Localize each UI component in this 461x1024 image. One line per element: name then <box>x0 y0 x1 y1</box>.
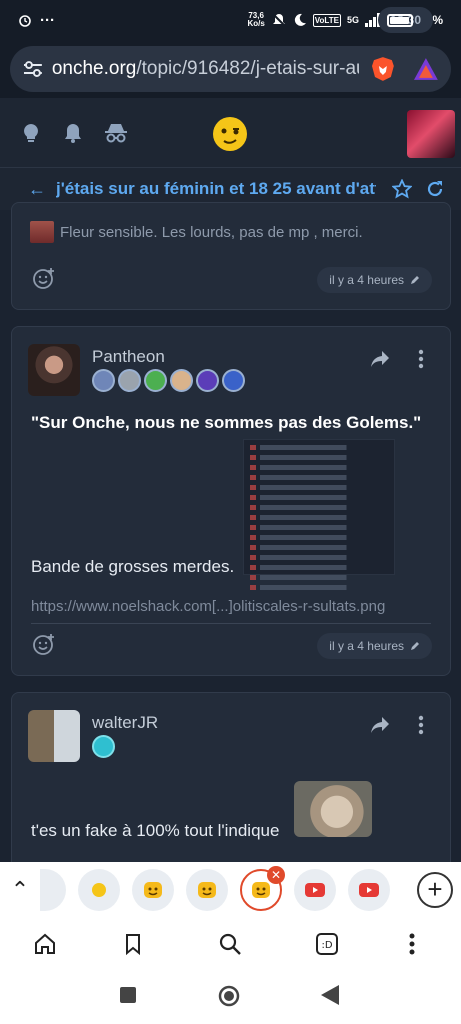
close-tab-icon[interactable]: ✕ <box>267 866 285 884</box>
battery-icon <box>386 13 413 27</box>
home-circle-icon[interactable] <box>218 985 240 1007</box>
volte-icon: VoLTE <box>312 13 341 27</box>
url-text[interactable]: onche.org/topic/916482/j-etais-sur-au <box>52 58 360 80</box>
browser-bottom-nav: :D <box>0 918 461 970</box>
timestamp-text: il y a 4 heures <box>329 639 404 653</box>
incognito-icon[interactable] <box>104 122 128 144</box>
system-navigation-bar <box>0 970 461 1024</box>
share-icon[interactable] <box>370 350 390 368</box>
post-quote: "Sur Onche, nous ne sommes pas des Golem… <box>31 413 422 432</box>
search-icon[interactable] <box>218 932 242 956</box>
address-bar[interactable]: onche.org/topic/916482/j-etais-sur-au <box>10 46 451 92</box>
tab-item[interactable] <box>186 869 228 911</box>
url-path: /topic/916482/j-etais-sur-au <box>136 58 360 79</box>
badge-beer-icon <box>144 369 167 392</box>
brave-shields-icon[interactable] <box>371 56 395 82</box>
browser-toolbar: onche.org/topic/916482/j-etais-sur-au <box>0 40 461 98</box>
tab-item[interactable] <box>348 869 390 911</box>
yellow-dot-icon <box>92 883 106 897</box>
post-text: Bande de grosses merdes. <box>31 557 235 576</box>
onche-logo-icon[interactable] <box>212 116 248 152</box>
signal-label: 5G <box>346 15 359 25</box>
svg-text::D: :D <box>321 940 332 951</box>
post-timestamp: il y a 4 heures <box>317 267 432 293</box>
signature-image <box>30 221 54 243</box>
tab-item[interactable] <box>294 869 336 911</box>
badge-star-icon <box>92 735 115 758</box>
signature-text: Fleur sensible. Les lourds, pas de mp , … <box>60 223 363 241</box>
mute-icon <box>272 13 286 27</box>
author-avatar[interactable] <box>28 710 80 762</box>
author-badges <box>92 369 245 392</box>
badge-star-icon <box>92 369 115 392</box>
brave-rewards-icon[interactable] <box>413 57 439 81</box>
edit-pencil-icon <box>411 276 419 284</box>
new-tab-button[interactable]: + <box>417 872 453 908</box>
back-triangle-icon[interactable] <box>321 985 339 1005</box>
tab-item[interactable] <box>132 869 174 911</box>
post-image-thumbnail[interactable] <box>243 439 395 590</box>
cat-sticker-image[interactable] <box>294 781 372 837</box>
onche-tab-icon <box>198 882 216 898</box>
tab-item-active[interactable]: ✕ <box>240 866 285 911</box>
back-arrow-icon[interactable]: ← <box>28 179 46 200</box>
tab-item[interactable] <box>40 869 66 911</box>
post-card: Fleur sensible. Les lourds, pas de mp , … <box>11 202 451 310</box>
badge-moon-icon <box>196 369 219 392</box>
tab-strip: ⌃ ✕ + <box>0 862 461 918</box>
favorite-star-icon[interactable] <box>392 179 412 199</box>
site-header <box>0 98 461 168</box>
tab-item[interactable] <box>78 869 120 911</box>
refresh-icon[interactable] <box>426 180 444 198</box>
edit-pencil-icon <box>411 642 419 650</box>
home-icon[interactable] <box>33 932 57 956</box>
timestamp-text: il y a 4 heures <box>329 273 404 287</box>
post-signature: Fleur sensible. Les lourds, pas de mp , … <box>30 221 363 243</box>
net-speed-unit: Ko/s <box>247 19 265 28</box>
tabs-counter-icon[interactable]: :D <box>315 932 339 956</box>
youtube-icon <box>359 883 379 897</box>
add-reaction-icon[interactable] <box>32 267 56 291</box>
author-name[interactable]: walterJR <box>92 713 158 733</box>
post-text: t'es un fake à 100% tout l'indique <box>31 821 280 840</box>
more-options-icon[interactable] <box>418 349 424 369</box>
lightbulb-icon[interactable] <box>20 122 42 144</box>
share-icon[interactable] <box>370 716 390 734</box>
post-divider <box>31 623 431 624</box>
url-host: onche.org <box>51 58 137 79</box>
more-notifications-icon: ··· <box>40 11 55 29</box>
badge-creature-icon <box>170 369 193 392</box>
notifications-bell-icon[interactable] <box>62 122 84 144</box>
more-options-icon[interactable] <box>418 715 424 735</box>
post-card: Pantheon "Sur Onche, nous ne sommes pas … <box>11 326 451 676</box>
badge-portrait-icon <box>118 369 141 392</box>
post-link[interactable]: https://www.noelshack.com[...]olitiscale… <box>31 598 385 615</box>
onche-tab-icon <box>252 882 270 898</box>
badge-shield-icon <box>222 369 245 392</box>
add-reaction-icon[interactable] <box>32 633 56 657</box>
post-timestamp: il y a 4 heures <box>317 633 432 659</box>
site-settings-icon[interactable] <box>22 58 44 80</box>
dnd-moon-icon <box>294 13 306 26</box>
status-bar: 16:30 ··· 73,6 Ko/s VoLTE 5G 89% <box>0 0 461 40</box>
user-avatar[interactable] <box>407 110 455 158</box>
onche-tab-icon <box>144 882 162 898</box>
recents-square-icon[interactable] <box>120 987 136 1003</box>
author-name[interactable]: Pantheon <box>92 347 165 367</box>
youtube-icon <box>305 883 325 897</box>
browser-menu-icon[interactable] <box>408 932 416 956</box>
net-speed: 73,6 Ko/s <box>247 12 264 28</box>
tab-groups-up-icon[interactable]: ⌃ <box>0 877 40 903</box>
author-badges <box>92 735 115 758</box>
topic-title[interactable]: j'étais sur au féminin et 18 25 avant d'… <box>56 179 376 199</box>
alarm-icon <box>19 15 31 27</box>
bookmark-icon[interactable] <box>121 932 145 956</box>
author-avatar[interactable] <box>28 344 80 396</box>
